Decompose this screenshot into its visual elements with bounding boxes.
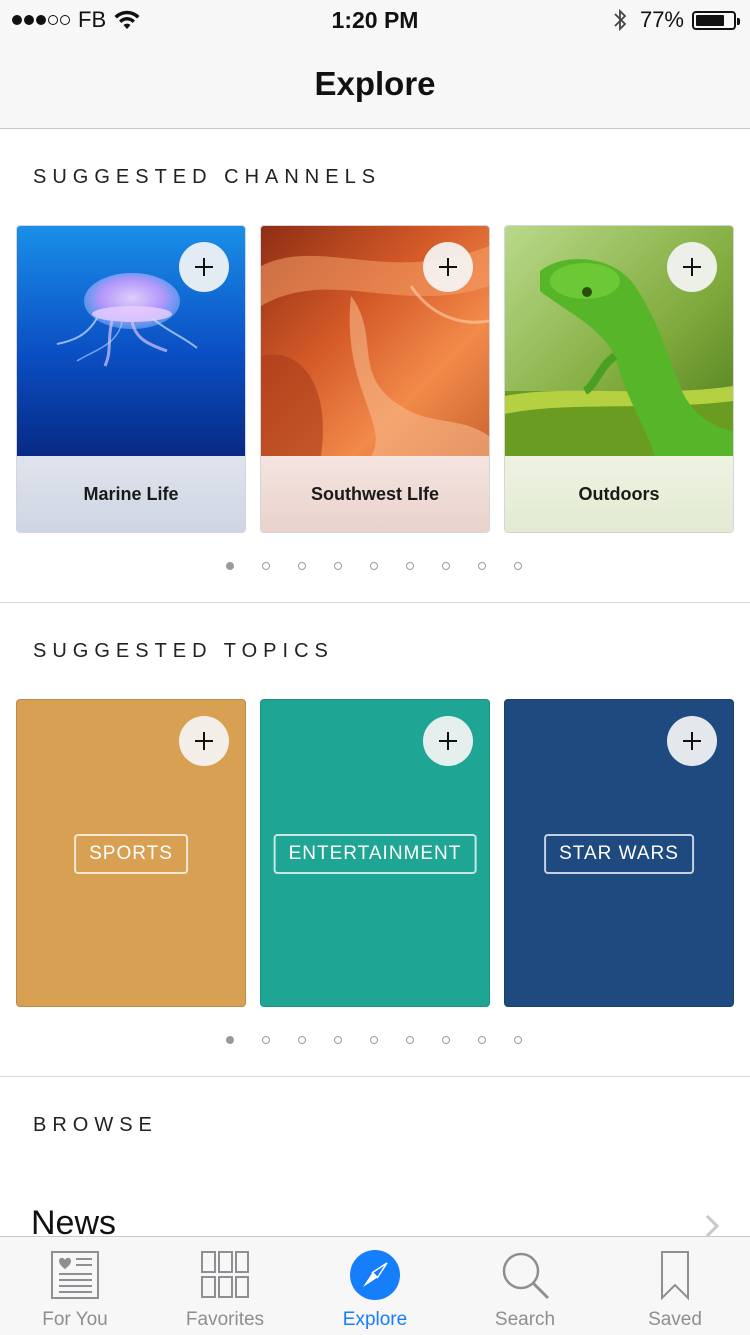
channel-carousel[interactable]: Marine Life Southwest LIfe Outdoors (16, 225, 734, 533)
channel-label: Southwest LIfe (310, 483, 439, 504)
plus-icon (439, 258, 457, 276)
plus-icon (195, 258, 213, 276)
page-dot[interactable] (226, 1036, 234, 1044)
topic-carousel[interactable]: SPORTS ENTERTAINMENT STAR WARS (16, 699, 734, 1007)
tab-label: Explore (342, 1309, 408, 1330)
suggested-channels-header: SUGGESTED CHANNELS (33, 166, 382, 188)
page-dot[interactable] (334, 1036, 342, 1044)
section-divider (0, 1076, 750, 1077)
topic-page-indicator[interactable] (0, 1036, 750, 1044)
page-dot[interactable] (478, 1036, 486, 1044)
channel-card-marine-life[interactable]: Marine Life (16, 225, 246, 533)
tab-saved[interactable]: Saved (600, 1237, 750, 1335)
status-left: FB (12, 7, 140, 33)
carrier-name: FB (78, 7, 107, 32)
page-dot[interactable] (262, 1036, 270, 1044)
plus-icon (683, 258, 701, 276)
page-dot[interactable] (514, 562, 522, 570)
add-topic-button[interactable] (423, 716, 473, 766)
tab-label: Search (494, 1309, 556, 1330)
suggested-topics-header: SUGGESTED TOPICS (33, 640, 334, 662)
browse-header: BROWSE (33, 1114, 158, 1136)
page-dot[interactable] (298, 1036, 306, 1044)
grid-icon (201, 1251, 249, 1298)
channel-page-indicator[interactable] (0, 562, 750, 570)
add-channel-button[interactable] (423, 242, 473, 292)
tab-label: For You (42, 1309, 108, 1330)
tab-search[interactable]: Search (450, 1237, 600, 1335)
page-dot[interactable] (370, 1036, 378, 1044)
compass-icon (350, 1250, 400, 1300)
add-channel-button[interactable] (179, 242, 229, 292)
page-dot[interactable] (406, 1036, 414, 1044)
navigation-bar: Explore (0, 40, 750, 129)
signal-strength-icon (12, 15, 70, 25)
bluetooth-icon (614, 8, 627, 32)
page-dot[interactable] (442, 562, 450, 570)
status-right: 77% (612, 6, 740, 34)
battery-icon (692, 10, 740, 30)
topic-card-entertainment[interactable]: ENTERTAINMENT (260, 699, 490, 1007)
tab-label: Saved (648, 1309, 702, 1330)
page-dot[interactable] (262, 562, 270, 570)
plus-icon (683, 732, 701, 750)
add-channel-button[interactable] (667, 242, 717, 292)
plus-icon (195, 732, 213, 750)
channel-label: Outdoors (578, 483, 660, 504)
search-icon (502, 1252, 550, 1300)
add-topic-button[interactable] (667, 716, 717, 766)
status-bar: FB 1:20 PM 77% (0, 0, 750, 40)
page-dot[interactable] (514, 1036, 522, 1044)
section-divider (0, 602, 750, 603)
battery-percent: 77% (639, 7, 684, 32)
topic-card-sports[interactable]: SPORTS (16, 699, 246, 1007)
channel-label: Marine Life (83, 483, 179, 504)
add-topic-button[interactable] (179, 716, 229, 766)
page-dot[interactable] (226, 562, 234, 570)
battery-fill (696, 14, 724, 26)
topic-card-star-wars[interactable]: STAR WARS (504, 699, 734, 1007)
channel-card-southwest-life[interactable]: Southwest LIfe (260, 225, 490, 533)
page-dot[interactable] (370, 562, 378, 570)
tab-for-you[interactable]: For You (0, 1237, 150, 1335)
wifi-icon (114, 10, 140, 29)
channel-card-outdoors[interactable]: Outdoors (504, 225, 734, 533)
topic-label: SPORTS (74, 834, 188, 874)
topic-label: STAR WARS (544, 834, 694, 874)
tab-explore[interactable]: Explore (300, 1237, 450, 1335)
page-dot[interactable] (298, 562, 306, 570)
bookmark-icon (661, 1251, 689, 1301)
page-dot[interactable] (406, 562, 414, 570)
tab-favorites[interactable]: Favorites (150, 1237, 300, 1335)
newspaper-heart-icon (51, 1251, 99, 1299)
page-title: Explore (314, 65, 436, 102)
page-dot[interactable] (334, 562, 342, 570)
topic-label: ENTERTAINMENT (273, 834, 477, 874)
page-dot[interactable] (478, 562, 486, 570)
plus-icon (439, 732, 457, 750)
tab-label: Favorites (185, 1309, 265, 1330)
tab-bar: For You Favorites Explore Search Saved (0, 1236, 750, 1335)
page-dot[interactable] (442, 1036, 450, 1044)
